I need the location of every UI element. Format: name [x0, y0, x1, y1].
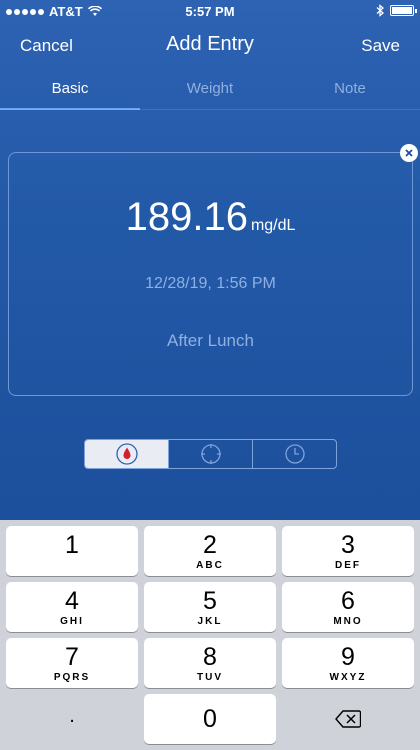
status-time: 5:57 PM: [185, 4, 235, 19]
clock-icon: [284, 444, 305, 464]
battery-icon: [390, 5, 417, 16]
key-digit: 7: [65, 643, 79, 671]
key-digit: .: [69, 705, 75, 727]
key-letters: DEF: [335, 560, 361, 571]
key-letters: PQRS: [53, 672, 91, 683]
status-right: [376, 4, 417, 17]
key-6[interactable]: 6 MNO: [282, 582, 414, 632]
glucose-reading[interactable]: 189.16 mg/dL: [9, 195, 412, 240]
key-digit: 5: [203, 587, 217, 615]
key-digit: 9: [341, 643, 355, 671]
key-9[interactable]: 9 WXYZ: [282, 638, 414, 688]
key-digit: 8: [203, 643, 217, 671]
key-letters: WXYZ: [329, 672, 367, 683]
key-digit: 1: [65, 531, 79, 559]
key-0[interactable]: 0: [144, 694, 276, 744]
key-decimal[interactable]: .: [6, 694, 138, 744]
tab-bar: Basic Weight Note: [0, 72, 420, 110]
add-entry-screen: AT&T 5:57 PM Cancel Add Entry Save Basic…: [0, 0, 420, 520]
key-digit: 6: [341, 587, 355, 615]
navigation-bar: Cancel Add Entry Save: [0, 28, 420, 62]
entry-meal-tag[interactable]: After Lunch: [9, 331, 412, 351]
key-8[interactable]: 8 TUV: [144, 638, 276, 688]
glucose-value: 189.16: [125, 195, 248, 239]
tab-note[interactable]: Note: [280, 72, 420, 110]
numeric-keypad: 1 2 ABC 3 DEF 4 GHI 5 JKL 6 MNO 7 PQRS 8…: [0, 520, 420, 750]
key-digit: 3: [341, 531, 355, 559]
tab-weight[interactable]: Weight: [140, 72, 280, 110]
key-7[interactable]: 7 PQRS: [6, 638, 138, 688]
glucose-unit: mg/dL: [250, 217, 296, 234]
tab-divider: [0, 109, 420, 110]
key-digit: 0: [203, 705, 217, 733]
tab-basic[interactable]: Basic: [0, 72, 140, 110]
close-icon: [405, 149, 413, 157]
clear-entry-button[interactable]: [400, 144, 418, 162]
key-letters: TUV: [197, 672, 223, 683]
key-letters: MNO: [333, 616, 363, 627]
key-letters: ABC: [196, 560, 224, 571]
key-1[interactable]: 1: [6, 526, 138, 576]
key-digit: 4: [65, 587, 79, 615]
bluetooth-icon: [376, 4, 384, 17]
delete-button[interactable]: [282, 694, 414, 744]
status-bar: AT&T 5:57 PM: [0, 0, 420, 22]
key-4[interactable]: 4 GHI: [6, 582, 138, 632]
segment-target[interactable]: [169, 440, 253, 468]
crosshair-icon: [200, 444, 221, 464]
key-letters: GHI: [60, 616, 84, 627]
input-mode-segmented-control: [84, 439, 337, 469]
key-2[interactable]: 2 ABC: [144, 526, 276, 576]
key-3[interactable]: 3 DEF: [282, 526, 414, 576]
blood-drop-icon: [115, 443, 138, 465]
entry-card[interactable]: 189.16 mg/dL 12/28/19, 1:56 PM After Lunc…: [8, 152, 413, 396]
key-5[interactable]: 5 JKL: [144, 582, 276, 632]
key-digit: 2: [203, 531, 217, 559]
key-letters: JKL: [197, 616, 223, 627]
save-button[interactable]: Save: [361, 36, 400, 56]
segment-time[interactable]: [253, 440, 336, 468]
entry-datetime[interactable]: 12/28/19, 1:56 PM: [9, 275, 412, 293]
page-title: Add Entry: [166, 33, 254, 55]
backspace-icon: [335, 710, 361, 728]
segment-glucose[interactable]: [85, 440, 169, 468]
